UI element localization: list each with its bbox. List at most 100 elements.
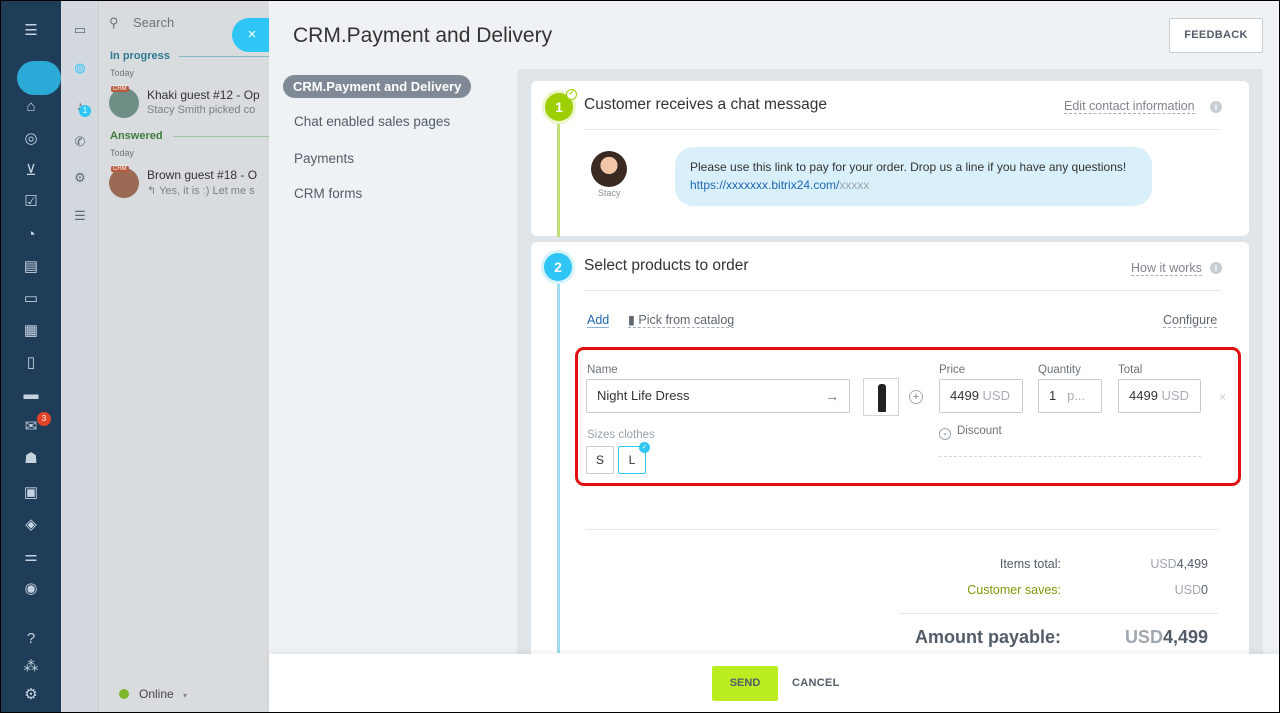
menu-item-payment-delivery[interactable]: CRM.Payment and Delivery	[283, 75, 472, 98]
step-title: Select products to order	[584, 257, 749, 274]
divider	[173, 136, 271, 137]
home-icon[interactable]: ⌂	[21, 97, 41, 117]
divider	[584, 290, 1221, 291]
mail-badge: 3	[37, 412, 51, 426]
sizes-label: Sizes clothes	[587, 429, 655, 441]
discount-toggle[interactable]: ⌄ Discount	[939, 425, 1002, 440]
contacts-icon[interactable]: ▣	[21, 483, 41, 503]
name-label: Name	[587, 364, 618, 376]
chat-indicator	[17, 61, 61, 95]
payment-link-tail: xxxxx	[839, 178, 870, 192]
items-total-value: USD4,499	[1150, 557, 1208, 571]
menu-icon[interactable]: ☰	[21, 21, 41, 41]
info-icon[interactable]: i	[1210, 101, 1222, 113]
close-panel-button[interactable]: ×	[232, 18, 272, 52]
tasks-icon[interactable]: ☑	[21, 192, 41, 212]
customer-saves-label: Customer saves:	[967, 583, 1061, 597]
feed-icon[interactable]: ▤	[21, 257, 41, 277]
menu-item-crm-forms[interactable]: CRM forms	[294, 186, 362, 201]
chat-item[interactable]: CRM Khaki guest #12 - Op Stacy Smith pic…	[109, 86, 279, 122]
box-icon[interactable]: ◈	[21, 515, 41, 535]
size-option-s[interactable]: S	[586, 446, 614, 474]
price-input[interactable]: 4499 USD	[939, 379, 1023, 413]
list-icon[interactable]: ☰	[71, 207, 89, 225]
step-number-1: 1 ✓	[545, 89, 577, 121]
phone-icon[interactable]: ✆	[71, 133, 89, 151]
price-label: Price	[939, 364, 966, 376]
chat-list: ⚲ Search In progress Today CRM Khaki gues…	[99, 1, 271, 712]
footer-bar: SEND CANCEL	[269, 654, 1279, 712]
date-label: Today	[110, 68, 135, 78]
pick-from-catalog-link[interactable]: ▮ Pick from catalog	[628, 313, 735, 328]
gear-icon[interactable]: ⚙	[21, 685, 41, 705]
crm-icon[interactable]: ◔	[21, 225, 41, 245]
timeline-step1	[557, 119, 560, 237]
send-button[interactable]: SEND	[712, 666, 778, 701]
info-icon[interactable]: i	[1210, 262, 1222, 274]
target-icon[interactable]: ◎	[21, 129, 41, 149]
sender-name: Stacy	[598, 188, 621, 198]
left-navigation: ☰ ⌂ ◎ ⊻ ☑ ◔ ▤ ▭ ▦ ▯ ▬ ✉ 3 ☗ ▣ ◈ ⚌ ◉ ? ⁂ …	[1, 1, 61, 712]
network-icon[interactable]: ⁂	[21, 657, 41, 677]
menu-item-sales-pages[interactable]: Chat enabled sales pages	[294, 114, 450, 129]
timeline-step2	[557, 281, 560, 653]
notifications-badge: 1	[79, 105, 91, 117]
search-input[interactable]: ⚲ Search	[109, 15, 174, 35]
product-name-input[interactable]: Night Life Dress →	[586, 379, 850, 413]
status-selector[interactable]: Online ▾	[119, 687, 187, 701]
chat-preview: Stacy Smith picked co	[147, 104, 256, 116]
messages-icon[interactable]: ▭	[71, 21, 89, 39]
arrow-right-icon[interactable]: →	[825, 380, 839, 412]
payment-link[interactable]: https://xxxxxxx.bitrix24.com/	[690, 178, 839, 192]
settings-sliders-icon[interactable]: ⚌	[21, 547, 41, 567]
configure-link[interactable]: Configure	[1163, 313, 1218, 328]
chat-icon[interactable]: ▭	[21, 289, 41, 309]
app-window: ☰ ⌂ ◎ ⊻ ☑ ◔ ▤ ▭ ▦ ▯ ▬ ✉ 3 ☗ ▣ ◈ ⚌ ◉ ? ⁂ …	[0, 0, 1280, 713]
more-icon[interactable]: ◉	[21, 579, 41, 599]
avatar	[109, 168, 139, 198]
total-label: Total	[1118, 364, 1143, 376]
document-icon[interactable]: ▯	[21, 353, 41, 373]
remove-row-icon[interactable]: ×	[1219, 390, 1226, 404]
quantity-input[interactable]: 1 p...	[1038, 379, 1102, 413]
open-lines-icon[interactable]: ◍	[71, 59, 89, 77]
size-option-l[interactable]: L ✓	[618, 442, 650, 474]
divider	[584, 129, 1221, 130]
add-product-link[interactable]: Add	[587, 313, 610, 328]
crm-tag: CRM	[111, 166, 129, 172]
edit-contact-link[interactable]: Edit contact information	[1064, 99, 1195, 114]
cart-icon[interactable]: ⊻	[21, 161, 41, 181]
total-input[interactable]: 4499 USD	[1118, 379, 1201, 413]
chat-name: Brown guest #18 - O	[147, 168, 258, 182]
date-label: Today	[110, 148, 135, 158]
how-it-works-link[interactable]: How it works	[1131, 261, 1202, 276]
product-image[interactable]	[863, 378, 899, 416]
section-answered: Answered	[110, 130, 163, 142]
divider	[899, 613, 1219, 614]
items-total-label: Items total:	[999, 557, 1061, 571]
menu-item-payments[interactable]: Payments	[294, 151, 354, 166]
employees-icon[interactable]: ☗	[21, 449, 41, 469]
avatar	[591, 151, 627, 187]
calendar-icon[interactable]: ▦	[21, 321, 41, 341]
feedback-button[interactable]: FEEDBACK	[1169, 18, 1263, 53]
gear-icon[interactable]: ⚙	[71, 169, 89, 187]
chat-preview: ↰ Yes, it is :) Let me s	[147, 185, 255, 197]
divider	[939, 456, 1201, 457]
avatar	[109, 88, 139, 118]
messenger-tools: ▭ ◍ ♪ 1 ✆ ⚙ ☰	[61, 1, 99, 712]
catalog-icon: ▮	[628, 313, 639, 327]
dress-image	[878, 384, 886, 412]
section-in-progress: In progress	[110, 50, 170, 62]
step-number-2: 2	[544, 253, 572, 281]
cancel-button[interactable]: CANCEL	[792, 666, 840, 701]
page-title: CRM.Payment and Delivery	[293, 24, 553, 47]
amount-payable-value: USD4,499	[1124, 627, 1208, 647]
chat-name: Khaki guest #12 - Op	[147, 88, 260, 102]
help-icon[interactable]: ?	[21, 629, 41, 649]
chat-item[interactable]: CRM Brown guest #18 - O ↰ Yes, it is :) …	[109, 166, 279, 202]
drive-icon[interactable]: ▬	[21, 385, 41, 405]
amount-payable-label: Amount payable:	[914, 627, 1061, 647]
add-image-button[interactable]: +	[909, 390, 923, 404]
customer-saves-value: USD0	[1174, 583, 1208, 597]
